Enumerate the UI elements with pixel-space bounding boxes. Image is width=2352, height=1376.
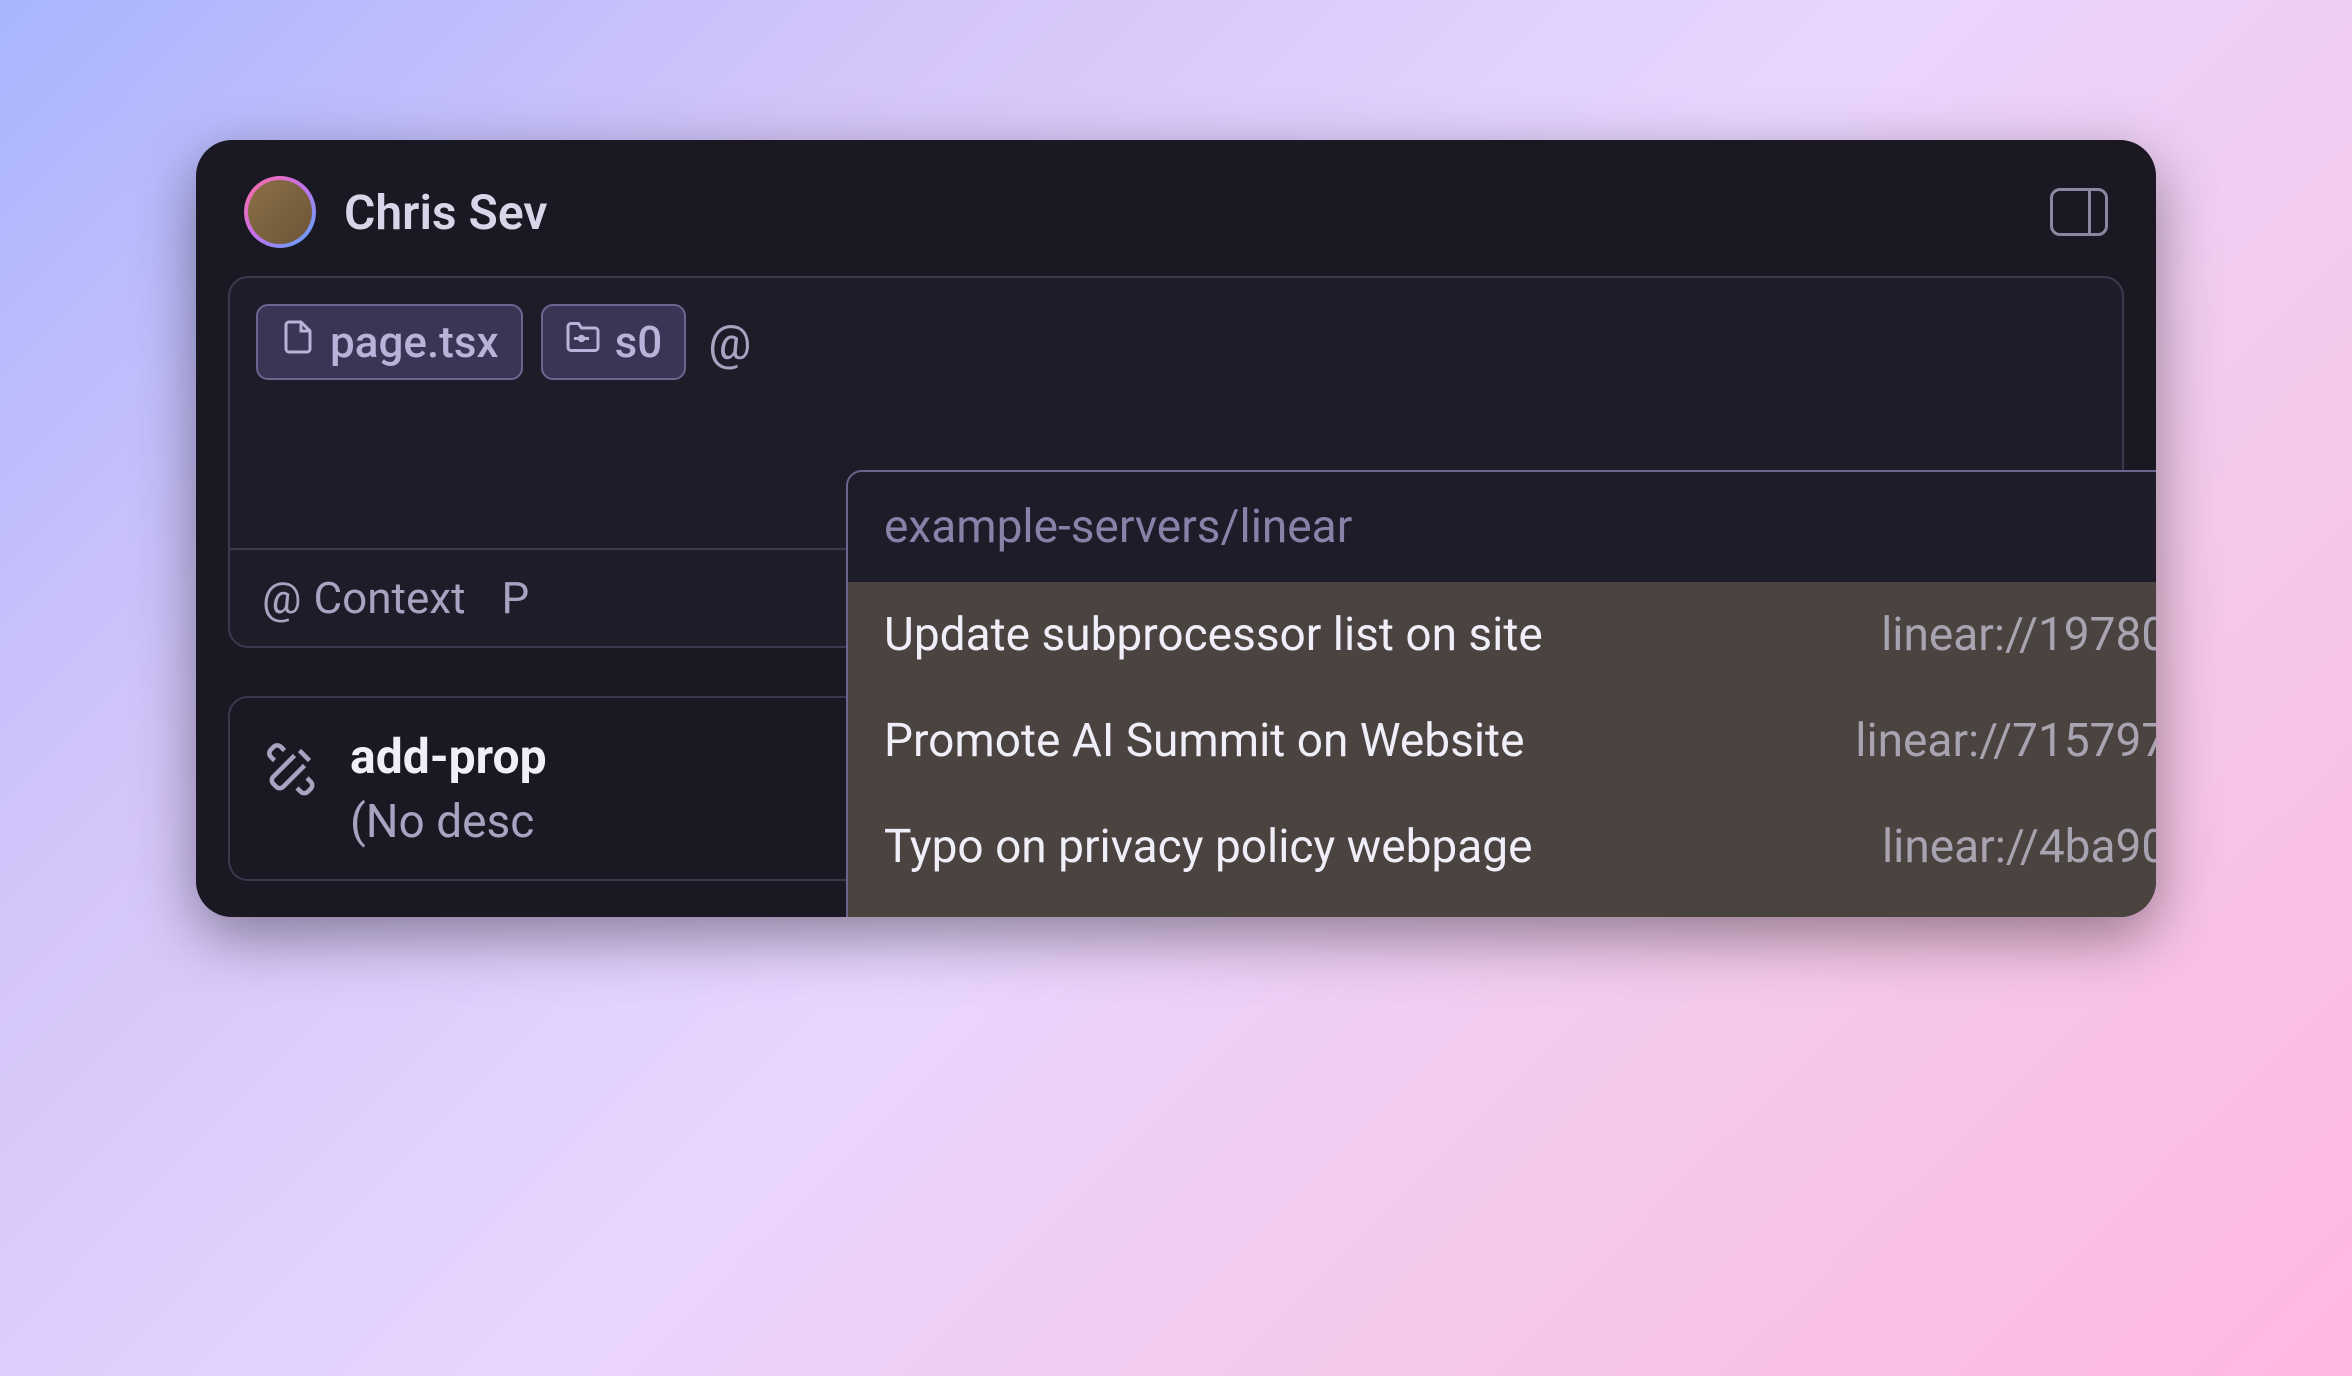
dropdown-item-url: linear://4ba90… [1882, 820, 2156, 874]
avatar-image [248, 180, 312, 244]
input-content-row: page.tsx s0 @ [230, 278, 2122, 398]
dropdown-item[interactable]: Update subprocessor list on site linear:… [848, 582, 2156, 688]
toolbar-more[interactable]: P [502, 572, 530, 624]
pencil-ruler-icon [262, 728, 322, 802]
file-icon [280, 316, 316, 368]
dropdown-item-url: linear://715797… [1855, 714, 2156, 768]
context-button[interactable]: @ Context [262, 572, 466, 624]
dropdown-item[interactable]: Promote AI Summit on Website linear://71… [848, 688, 2156, 794]
dropdown-item-url: linear://19780… [1881, 608, 2156, 662]
at-icon: @ [262, 572, 302, 624]
folder-chip-label: s0 [615, 316, 663, 368]
context-label-text: Context [314, 572, 466, 624]
branch-name: add-prop [350, 728, 547, 785]
at-mention-trigger[interactable]: @ [708, 314, 751, 371]
header-left: Chris Sev [244, 176, 547, 248]
dropdown-item[interactable]: Typo on privacy policy webpage linear://… [848, 794, 2156, 900]
branch-info: add-prop (No desc [350, 728, 547, 849]
mention-dropdown: example-servers/linear Update subprocess… [846, 470, 2156, 917]
panel-toggle-icon[interactable] [2050, 188, 2108, 236]
folder-icon [565, 316, 601, 368]
dropdown-source-label: example-servers/linear [848, 472, 2156, 582]
dropdown-item-title: Typo on privacy policy webpage [884, 820, 1533, 874]
dropdown-item-title: Update subprocessor list on site [884, 608, 1543, 662]
panel-header: Chris Sev [196, 140, 2156, 276]
file-chip-label: page.tsx [330, 316, 499, 368]
folder-chip[interactable]: s0 [541, 304, 687, 380]
chat-panel: Chris Sev page.tsx [196, 140, 2156, 917]
branch-description: (No desc [350, 795, 547, 849]
dropdown-items: Update subprocessor list on site linear:… [848, 582, 2156, 917]
dropdown-item[interactable]: Remove open in new tab icon in footer li… [848, 900, 2156, 917]
dropdown-item-title: Promote AI Summit on Website [884, 714, 1525, 768]
username-label: Chris Sev [344, 184, 547, 241]
avatar[interactable] [244, 176, 316, 248]
file-chip[interactable]: page.tsx [256, 304, 523, 380]
